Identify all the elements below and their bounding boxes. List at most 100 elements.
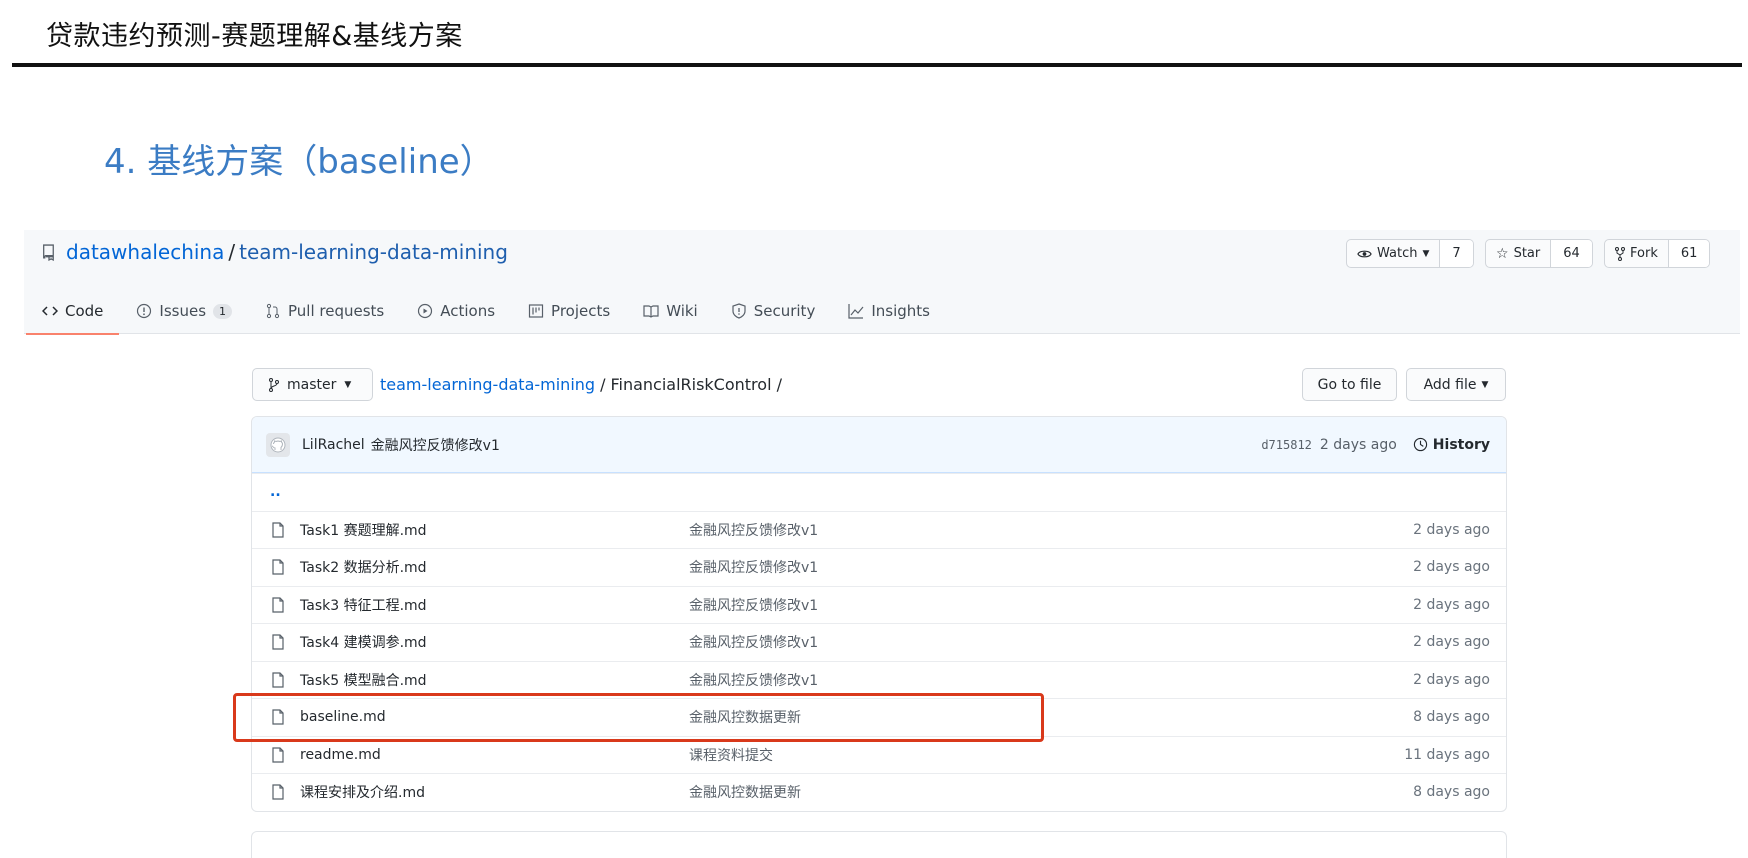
tab-label: Insights [871,302,930,320]
file-commit-message[interactable]: 课程资料提交 [689,745,1306,765]
github-mark-icon [270,437,286,452]
file-icon [272,747,284,763]
commit-message[interactable]: 金融风控反馈修改v1 [371,435,500,455]
file-age: 2 days ago [1413,634,1490,651]
file-commit-message[interactable]: 金融风控数据更新 [689,782,1306,802]
file-row[interactable]: Task1 赛题理解.md 金融风控反馈修改v1 2 days ago [252,510,1506,549]
branch-name: master [287,376,337,393]
tab-code[interactable]: Code [25,288,120,335]
breadcrumb-current-dir: FinancialRiskControl / [610,375,782,394]
go-to-file-button[interactable]: Go to file [1302,368,1397,401]
repo-separator: / [228,240,236,264]
file-icon [272,597,284,613]
code-icon [42,306,58,316]
file-row[interactable]: 课程安排及介绍.md 金融风控数据更新 8 days ago [252,773,1506,811]
tab-wiki[interactable]: Wiki [643,288,698,334]
fork-button[interactable]: Fork [1605,240,1669,267]
file-row[interactable]: Task3 特征工程.md 金融风控反馈修改v1 2 days ago [252,585,1506,624]
file-name-link[interactable]: Task2 数据分析.md [300,557,689,577]
latest-commit-bar: LilRachel 金融风控反馈修改v1 d715812 2 days ago … [252,417,1506,473]
tab-label: Pull requests [288,302,385,320]
play-icon [418,303,433,319]
branch-selector[interactable]: master ▼ [252,368,373,401]
file-row[interactable]: Task4 建模调参.md 金融风控反馈修改v1 2 days ago [252,623,1506,661]
file-commit-message[interactable]: 金融风控反馈修改v1 [689,557,1306,577]
file-commit-message[interactable]: 金融风控反馈修改v1 [689,520,1306,540]
title-divider [12,63,1742,67]
repo-icon [43,243,54,261]
star-icon: ☆ [1496,245,1509,262]
file-name-link[interactable]: Task5 模型融合.md [300,670,689,690]
breadcrumb-repo-link[interactable]: team-learning-data-mining [380,375,595,394]
file-age: 2 days ago [1413,521,1490,538]
avatar[interactable] [266,432,290,457]
file-icon [272,784,284,800]
repo-owner-link[interactable]: datawhalechina [66,240,224,264]
commit-author[interactable]: LilRachel [302,437,365,453]
parent-directory-row[interactable]: .. [252,473,1506,511]
parent-directory-link[interactable]: .. [270,484,281,500]
tab-actions[interactable]: Actions [417,288,495,334]
tab-projects[interactable]: Projects [528,288,610,334]
repo-header: datawhalechina / team-learning-data-mini… [24,230,1740,335]
tab-label: Code [65,302,104,320]
tab-security[interactable]: Security [731,288,816,334]
commit-sha[interactable]: d715812 [1261,438,1312,452]
file-age: 2 days ago [1413,596,1490,613]
project-icon [528,304,544,318]
file-name-link[interactable]: Task3 特征工程.md [300,595,689,615]
add-file-label: Add file [1423,376,1477,393]
file-name-link[interactable]: readme.md [300,747,689,763]
tab-insights[interactable]: Insights [848,288,930,334]
watch-label: Watch [1377,246,1418,261]
github-screenshot: datawhalechina / team-learning-data-mini… [24,230,1740,858]
commit-age: 2 days ago [1319,436,1397,453]
file-commit-message[interactable]: 金融风控反馈修改v1 [689,670,1306,690]
tab-label: Projects [551,302,611,320]
issues-count-badge: 1 [213,303,233,319]
file-age: 8 days ago [1413,784,1490,801]
file-row[interactable]: Task2 数据分析.md 金融风控反馈修改v1 2 days ago [252,548,1506,586]
tab-issues[interactable]: Issues 1 [136,288,233,334]
fork-label: Fork [1630,246,1658,261]
fork-icon [1615,246,1625,261]
tab-label: Actions [440,302,496,320]
history-label: History [1432,436,1490,453]
file-name-link[interactable]: Task4 建模调参.md [300,632,689,652]
caret-down-icon: ▼ [1422,248,1430,259]
star-label: Star [1513,246,1541,261]
file-icon [272,522,284,538]
add-file-button[interactable]: Add file ▼ [1406,368,1506,401]
file-name-link[interactable]: Task1 赛题理解.md [300,520,689,540]
file-icon [272,634,284,650]
caret-down-icon: ▼ [1481,379,1489,390]
history-icon [1413,437,1427,452]
file-commit-message[interactable]: 金融风控反馈修改v1 [689,595,1306,615]
repo-name-link[interactable]: team-learning-data-mining [239,240,508,264]
branch-icon [269,377,279,392]
star-count[interactable]: 64 [1551,240,1592,267]
file-icon [272,559,284,575]
repo-tabs: Code Issues 1 Pull requests Actions Proj… [25,288,963,335]
star-button[interactable]: ☆ Star [1486,240,1552,267]
commit-meta: d715812 2 days ago History [1261,437,1490,453]
caret-down-icon: ▼ [344,379,352,390]
file-age: 2 days ago [1413,559,1490,576]
baseline-highlight-box [233,693,1044,742]
repo-title: datawhalechina / team-learning-data-mini… [42,240,508,264]
fork-count[interactable]: 61 [1668,240,1710,267]
graph-icon [848,304,864,319]
file-age: 8 days ago [1413,709,1490,726]
watch-count[interactable]: 7 [1440,240,1473,267]
section-heading: 4. 基线方案（baseline） [104,142,494,182]
watch-button[interactable]: Watch ▼ [1347,240,1441,267]
breadcrumb: team-learning-data-mining / FinancialRis… [380,375,782,394]
eye-icon [1357,250,1372,257]
star-button-group: ☆ Star 64 [1485,239,1593,268]
tab-label: Security [753,302,816,320]
file-name-link[interactable]: 课程安排及介绍.md [300,782,689,802]
readme-box-top [251,831,1507,858]
file-commit-message[interactable]: 金融风控反馈修改v1 [689,632,1306,652]
tab-pull-requests[interactable]: Pull requests [265,288,384,334]
history-link[interactable]: History [1413,437,1490,453]
